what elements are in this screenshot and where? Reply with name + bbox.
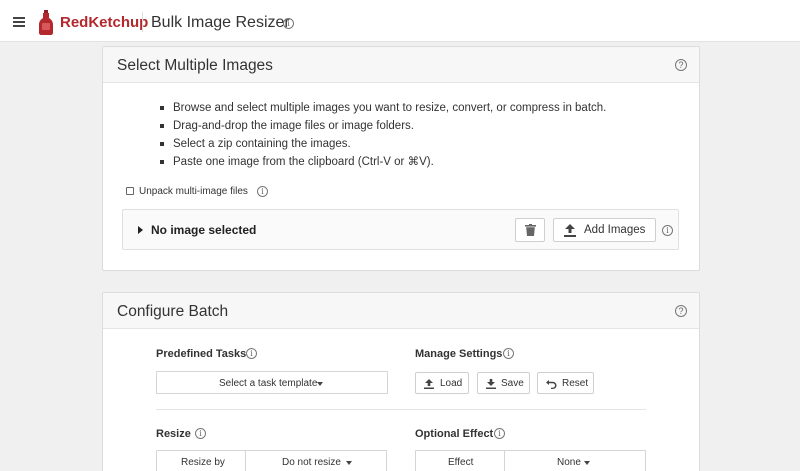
instruction-item: Paste one image from the clipboard (Ctrl… [160,155,606,173]
instruction-item: Select a zip containing the images. [160,137,606,155]
unpack-info-icon[interactable] [257,186,268,197]
instructions-list: Browse and select multiple images you wa… [160,101,606,173]
upload-icon [564,224,576,237]
effect-label: Effect [448,457,474,468]
chevron-down-icon [317,382,323,386]
add-images-label: Add Images [584,224,646,236]
optional-effect-info-icon[interactable] [494,428,505,439]
download-icon [486,379,496,389]
save-button[interactable]: Save [477,372,530,394]
configure-batch-help-icon[interactable] [675,305,687,317]
task-template-value: Select a task template [219,378,318,389]
resize-info-icon[interactable] [195,428,206,439]
configure-batch-title: Configure Batch [117,303,229,320]
expand-caret-icon[interactable] [138,226,143,234]
load-button[interactable]: Load [415,372,469,394]
resize-by-value: Do not resize [282,457,341,468]
configure-batch-header: Configure Batch [103,293,699,329]
delete-images-button[interactable] [515,218,545,242]
manage-settings-info-icon[interactable] [503,348,514,359]
unpack-checkbox[interactable] [126,187,134,195]
trash-icon [524,224,536,236]
save-label: Save [501,378,524,389]
undo-icon [546,380,557,389]
predefined-tasks-label: Predefined Tasks [156,348,247,360]
ketchup-bottle-logo[interactable] [38,10,54,35]
upload-icon [424,379,434,389]
chevron-down-icon [346,461,352,465]
load-label: Load [440,378,463,389]
instruction-item: Drag-and-drop the image files or image f… [160,119,606,137]
reset-label: Reset [562,378,589,389]
hamburger-icon[interactable] [13,17,25,27]
no-image-label[interactable]: No image selected [151,223,256,237]
optional-effect-label: Optional Effect [415,428,494,440]
effect-value: None [557,457,581,468]
brand-name[interactable]: RedKetchup [60,14,148,31]
resize-label: Resize [156,428,191,440]
select-images-title: Select Multiple Images [117,57,273,74]
task-template-select[interactable]: Select a task template [156,371,388,394]
top-bar: RedKetchup Bulk Image Resizer [0,0,800,42]
title-info-icon[interactable] [283,18,294,29]
select-images-help-icon[interactable] [675,59,687,71]
header-divider [142,12,143,32]
resize-by-select[interactable]: Do not resize [245,450,387,471]
add-images-info-icon[interactable] [662,225,673,236]
page-title: Bulk Image Resizer [151,14,290,31]
chevron-down-icon [584,461,590,465]
select-images-header: Select Multiple Images [103,47,699,83]
predefined-tasks-info-icon[interactable] [246,348,257,359]
unpack-label[interactable]: Unpack multi-image files [139,186,248,197]
section-divider [156,409,646,410]
effect-select[interactable]: None [504,450,646,471]
manage-settings-label: Manage Settings [415,348,503,360]
reset-button[interactable]: Reset [537,372,594,394]
resize-by-label: Resize by [181,457,225,468]
add-images-button[interactable]: Add Images [553,218,656,242]
instruction-item: Browse and select multiple images you wa… [160,101,606,119]
